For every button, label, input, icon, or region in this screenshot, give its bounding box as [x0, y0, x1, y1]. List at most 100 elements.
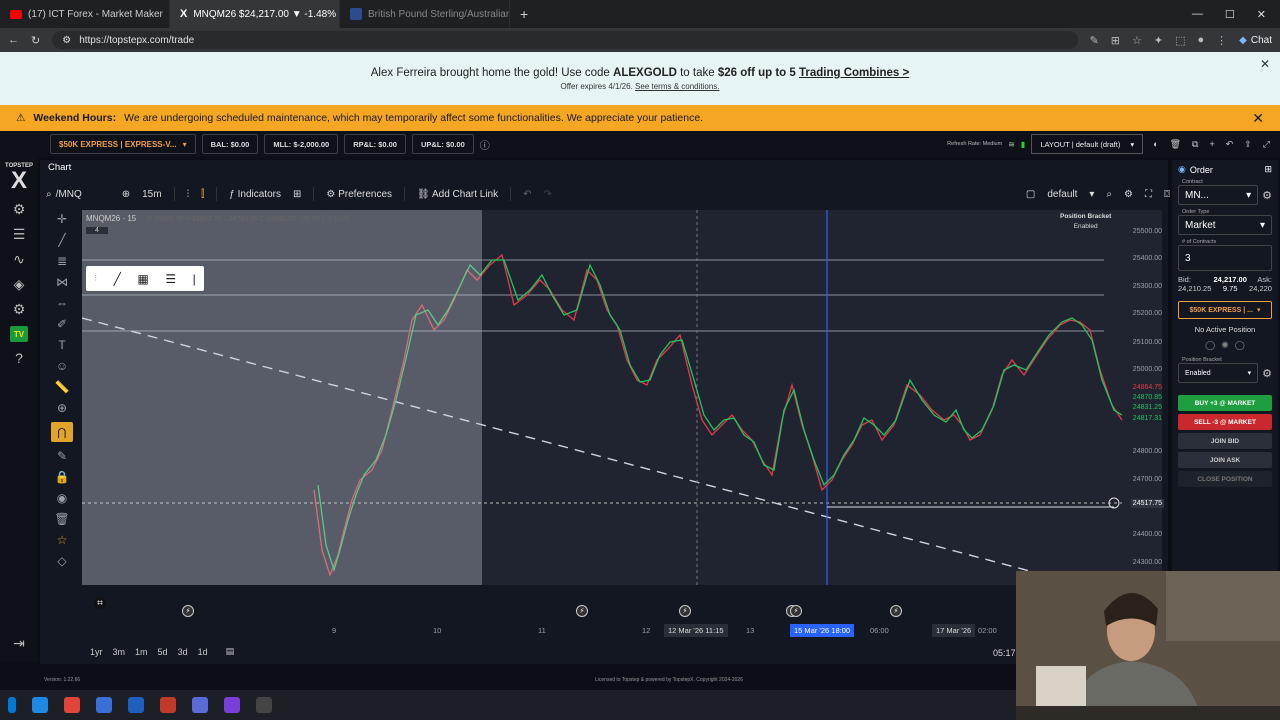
edge-icon[interactable] [32, 697, 48, 713]
star-icon[interactable]: ☆ [1132, 34, 1142, 47]
preferences-button[interactable]: ⚙ Preferences [326, 189, 392, 200]
contract-select[interactable]: MN... ▾ [1178, 185, 1259, 205]
close-position-button[interactable]: CLOSE POSITION [1178, 471, 1272, 487]
copy-icon[interactable]: ⧉ [1192, 139, 1198, 150]
fib-icon[interactable]: ≣ [57, 254, 67, 268]
new-tab-button[interactable]: + [510, 6, 538, 22]
event-marker-icon[interactable]: ⚡ [182, 605, 194, 617]
projection-icon[interactable]: ⇔ [56, 296, 68, 310]
bracket-select[interactable]: Enabled ▾ [1178, 363, 1259, 383]
chart-tab[interactable]: Chart [48, 162, 71, 173]
promo-link[interactable]: Trading Combines > [799, 67, 909, 79]
back-icon[interactable]: ← [8, 34, 19, 46]
translate-icon[interactable]: ⊞ [1111, 34, 1120, 47]
avatar[interactable]: ● [1198, 34, 1205, 47]
info-icon[interactable]: ⓘ [480, 137, 490, 152]
site-info-icon[interactable]: ⚙ [62, 35, 71, 46]
store-icon[interactable] [96, 697, 112, 713]
line-tool-icon[interactable]: ╱ [114, 272, 121, 286]
reload-icon[interactable]: ↻ [31, 34, 40, 47]
menu-icon[interactable]: ⋮ [1216, 34, 1227, 47]
layout-name[interactable]: default [1047, 189, 1077, 200]
app-icon[interactable] [128, 697, 144, 713]
bell-icon[interactable]: ◐ [1153, 139, 1158, 150]
range-3m-button[interactable]: 3m [113, 647, 126, 657]
indicators-button[interactable]: ƒ Indicators [229, 189, 281, 200]
tv-badge[interactable]: TV [10, 326, 28, 342]
settings-icon[interactable]: ⚙ [1124, 189, 1133, 200]
event-marker-icon[interactable]: ⚡ [679, 605, 691, 617]
pencil-lock-icon[interactable]: ✎ [57, 449, 67, 463]
browser-tab[interactable]: (17) ICT Forex - Market Maker ✕ [0, 0, 170, 28]
browser-tab-active[interactable]: X MNQM26 $24,217.00 ▼ -1.48% ✕ [170, 0, 340, 28]
templates-icon[interactable]: ⊞ [293, 189, 301, 200]
ask-value[interactable]: 24,220 [1249, 284, 1272, 293]
eye-icon[interactable]: ◉ [57, 491, 67, 505]
join-ask-button[interactable]: JOIN ASK [1178, 452, 1272, 468]
trendline-icon[interactable]: ╱ [58, 233, 65, 247]
buy-market-button[interactable]: BUY +3 @ MARKET [1178, 395, 1272, 411]
close-icon[interactable]: ✕ [1252, 110, 1264, 127]
interval-button[interactable]: 15m [142, 189, 161, 200]
minus-icon[interactable]: ◯ [1205, 340, 1215, 351]
settings-icon[interactable]: ⚙ [1262, 189, 1272, 202]
puzzle-icon[interactable]: ⬚ [1175, 34, 1185, 47]
order-account-select[interactable]: $50K EXPRESS | ... ▾ [1178, 301, 1272, 319]
order-type-select[interactable]: Market ▾ [1178, 215, 1272, 235]
layout-square-icon[interactable]: ▢ [1026, 189, 1035, 200]
expand-icon[interactable]: ⤢ [1263, 139, 1270, 150]
camera-icon[interactable]: ⌼ [1164, 189, 1170, 200]
crosshair-icon[interactable]: ✛ [57, 212, 67, 226]
lines-tool-icon[interactable]: ☰ [165, 272, 176, 286]
layout-select[interactable]: LAYOUT | default (draft) ▾ [1031, 134, 1144, 154]
lock-icon[interactable]: 🔒 [55, 470, 70, 484]
settings-icon[interactable]: ⚙ [13, 301, 26, 318]
minimize-icon[interactable]: — [1192, 8, 1203, 21]
extension-icon[interactable]: ✦ [1154, 34, 1163, 47]
export-icon[interactable]: ⇪ [1244, 139, 1252, 150]
layers-icon[interactable]: ◈ [14, 276, 25, 293]
chat-button[interactable]: ◆ Chat [1239, 35, 1272, 46]
range-1yr-button[interactable]: 1yr [90, 647, 103, 657]
sell-market-button[interactable]: SELL -3 @ MARKET [1178, 414, 1272, 430]
range-1d-button[interactable]: 1d [198, 647, 208, 657]
bracket-dial[interactable]: ◯ ✺ ◯ [1172, 340, 1278, 351]
magnet-icon[interactable]: ⋂ [51, 422, 73, 442]
browser-tab[interactable]: British Pound Sterling/Australian D ✕ [340, 0, 510, 28]
fullscreen-icon[interactable]: ⛶ [1145, 189, 1152, 200]
legend-count[interactable]: 4 [86, 227, 108, 234]
pattern-icon[interactable]: ⋈ [56, 275, 68, 289]
chrome-icon[interactable] [64, 697, 80, 713]
add-icon[interactable]: ⊞ [1264, 164, 1272, 175]
symbol-input[interactable]: /MNQ [56, 189, 82, 200]
time-axis[interactable]: 9 10 11 12 12 Mar '26 11:15 13 15 Mar '2… [82, 620, 1122, 640]
edit-icon[interactable]: ✎ [1090, 34, 1099, 47]
trade-icon[interactable]: ⚙ [13, 201, 26, 218]
exit-icon[interactable]: ⇥ [13, 635, 25, 652]
brush-icon[interactable]: ✐ [57, 317, 67, 331]
position-bracket-indicator[interactable]: Position Bracket Enabled [1060, 212, 1111, 232]
plus-icon[interactable]: ◯ [1235, 340, 1245, 351]
ruler-icon[interactable]: 📏 [55, 380, 70, 394]
close-icon[interactable]: ✕ [1260, 57, 1270, 71]
plus-icon[interactable]: + [1209, 139, 1214, 150]
chart-line-icon[interactable]: ∿ [13, 251, 25, 268]
help-icon[interactable]: ? [15, 350, 23, 366]
settings-icon[interactable] [256, 697, 272, 713]
url-field[interactable]: ⚙ https://topstepx.com/trade [52, 31, 1078, 49]
start-icon[interactable] [8, 697, 16, 713]
settings-icon[interactable]: ⚙ [1262, 367, 1272, 380]
drag-handle-icon[interactable]: ⁝ [94, 273, 97, 284]
event-marker-icon[interactable]: ⚡ [890, 605, 902, 617]
object-tree-icon[interactable]: ◇ [57, 554, 66, 568]
maximize-icon[interactable]: ☐ [1225, 8, 1235, 21]
calendar-icon[interactable]: ▤ [226, 646, 235, 657]
app-icon[interactable] [160, 697, 176, 713]
close-window-icon[interactable]: ✕ [1257, 8, 1266, 21]
undo-icon[interactable]: ↶ [523, 189, 531, 200]
candles-icon[interactable]: ⫿ [201, 189, 204, 200]
contracts-input[interactable]: 3 [1178, 245, 1272, 271]
bars-icon[interactable]: ⫶ [187, 189, 190, 200]
legend-symbol[interactable]: MNQM26 · 15 [86, 214, 136, 223]
search-icon[interactable]: ⌕ [46, 189, 52, 200]
